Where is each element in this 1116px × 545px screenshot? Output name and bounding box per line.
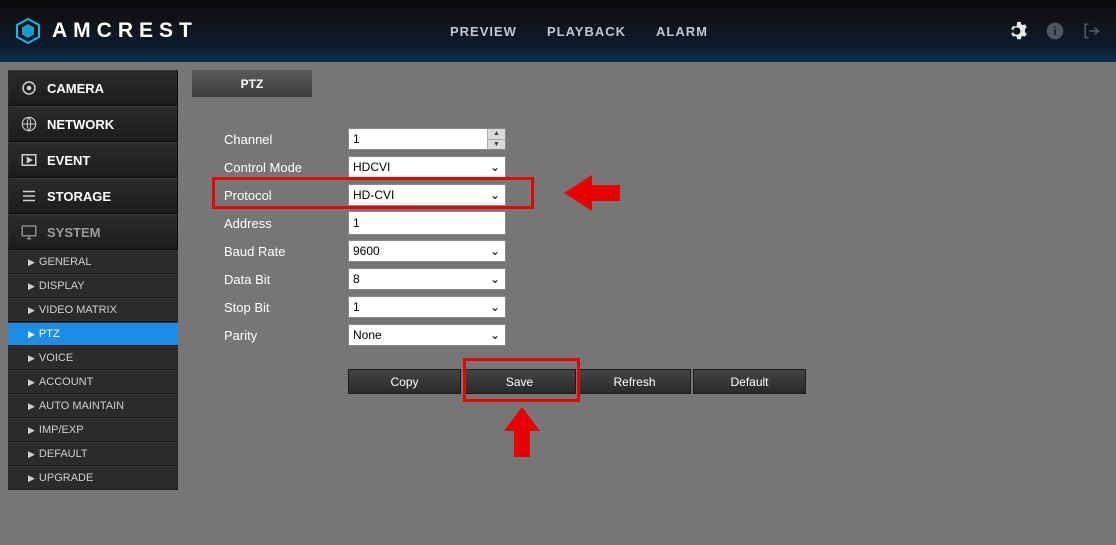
parity-select[interactable]: None ⌄ xyxy=(348,324,506,346)
label-stop-bit: Stop Bit xyxy=(224,300,348,315)
sub-display[interactable]: ▶DISPLAY xyxy=(8,274,178,298)
brand-label: AMCREST xyxy=(52,19,198,43)
refresh-button[interactable]: Refresh xyxy=(578,369,691,394)
nav-playback[interactable]: PLAYBACK xyxy=(547,24,626,39)
sub-voice[interactable]: ▶VOICE xyxy=(8,346,178,370)
channel-input[interactable]: 1 ▲▼ xyxy=(348,128,506,150)
chevron-right-icon: ▶ xyxy=(28,353,35,364)
sidebar-item-network[interactable]: NETWORK xyxy=(8,106,178,142)
sidebar-label: EVENT xyxy=(47,153,90,168)
chevron-right-icon: ▶ xyxy=(28,329,35,340)
sub-ptz[interactable]: ▶PTZ xyxy=(8,322,178,346)
chevron-right-icon: ▶ xyxy=(28,473,35,484)
chevron-down-icon: ⌄ xyxy=(487,242,503,260)
control-mode-select[interactable]: HDCVI ⌄ xyxy=(348,156,506,178)
main-content: PTZ Channel 1 ▲▼ Control Mode HDCVI ⌄ Pr… xyxy=(192,70,1116,490)
system-sublist: ▶GENERAL ▶DISPLAY ▶VIDEO MATRIX ▶PTZ ▶VO… xyxy=(8,250,178,490)
chevron-right-icon: ▶ xyxy=(28,377,35,388)
label-baud-rate: Baud Rate xyxy=(224,244,348,259)
annotation-arrow-left-icon xyxy=(564,175,620,211)
chevron-down-icon: ⌄ xyxy=(487,270,503,288)
sidebar-label: STORAGE xyxy=(47,189,111,204)
logo: AMCREST xyxy=(14,17,198,45)
chevron-right-icon: ▶ xyxy=(28,305,35,316)
logo-icon xyxy=(14,17,42,45)
baud-rate-select[interactable]: 9600 ⌄ xyxy=(348,240,506,262)
sidebar-label: CAMERA xyxy=(47,81,104,96)
sidebar-item-event[interactable]: EVENT xyxy=(8,142,178,178)
chevron-right-icon: ▶ xyxy=(28,449,35,460)
label-parity: Parity xyxy=(224,328,348,343)
highlight-save xyxy=(463,358,580,402)
chevron-right-icon: ▶ xyxy=(28,425,35,436)
header-icons xyxy=(1008,0,1102,62)
spinner-icon[interactable]: ▲▼ xyxy=(487,129,505,149)
logout-icon[interactable] xyxy=(1080,20,1102,42)
nav-alarm[interactable]: ALARM xyxy=(656,24,708,39)
network-icon xyxy=(19,114,39,134)
event-icon xyxy=(19,150,39,170)
stop-bit-select[interactable]: 1 ⌄ xyxy=(348,296,506,318)
default-button[interactable]: Default xyxy=(693,369,806,394)
label-control-mode: Control Mode xyxy=(224,160,348,175)
data-bit-select[interactable]: 8 ⌄ xyxy=(348,268,506,290)
sidebar-label: NETWORK xyxy=(47,117,114,132)
settings-icon[interactable] xyxy=(1008,20,1030,42)
nav-preview[interactable]: PREVIEW xyxy=(450,24,517,39)
tab-ptz[interactable]: PTZ xyxy=(192,70,312,97)
sub-default[interactable]: ▶DEFAULT xyxy=(8,442,178,466)
chevron-down-icon: ⌄ xyxy=(487,158,503,176)
camera-icon xyxy=(19,78,39,98)
sidebar-item-system[interactable]: SYSTEM xyxy=(8,214,178,250)
chevron-down-icon: ⌄ xyxy=(487,298,503,316)
label-address: Address xyxy=(224,216,348,231)
tab-row: PTZ xyxy=(192,70,1116,97)
highlight-protocol xyxy=(212,177,534,209)
chevron-right-icon: ▶ xyxy=(28,281,35,292)
sub-video-matrix[interactable]: ▶VIDEO MATRIX xyxy=(8,298,178,322)
chevron-down-icon: ⌄ xyxy=(487,326,503,344)
sidebar-label: SYSTEM xyxy=(47,225,100,240)
sub-upgrade[interactable]: ▶UPGRADE xyxy=(8,466,178,490)
sub-imp-exp[interactable]: ▶IMP/EXP xyxy=(8,418,178,442)
main-nav: PREVIEW PLAYBACK ALARM xyxy=(450,0,708,62)
label-data-bit: Data Bit xyxy=(224,272,348,287)
info-icon[interactable] xyxy=(1044,20,1066,42)
copy-button[interactable]: Copy xyxy=(348,369,461,394)
address-input[interactable]: 1 xyxy=(348,211,506,235)
sub-auto-maintain[interactable]: ▶AUTO MAINTAIN xyxy=(8,394,178,418)
sidebar-item-camera[interactable]: CAMERA xyxy=(8,70,178,106)
sidebar: CAMERA NETWORK EVENT STORAGE SYSTEM xyxy=(8,70,178,490)
label-channel: Channel xyxy=(224,132,348,147)
sub-account[interactable]: ▶ACCOUNT xyxy=(8,370,178,394)
chevron-right-icon: ▶ xyxy=(28,401,35,412)
sidebar-item-storage[interactable]: STORAGE xyxy=(8,178,178,214)
sub-general[interactable]: ▶GENERAL xyxy=(8,250,178,274)
chevron-right-icon: ▶ xyxy=(28,257,35,268)
annotation-arrow-up-icon xyxy=(504,407,540,457)
system-icon xyxy=(19,222,39,242)
header: AMCREST PREVIEW PLAYBACK ALARM xyxy=(0,0,1116,62)
storage-icon xyxy=(19,186,39,206)
